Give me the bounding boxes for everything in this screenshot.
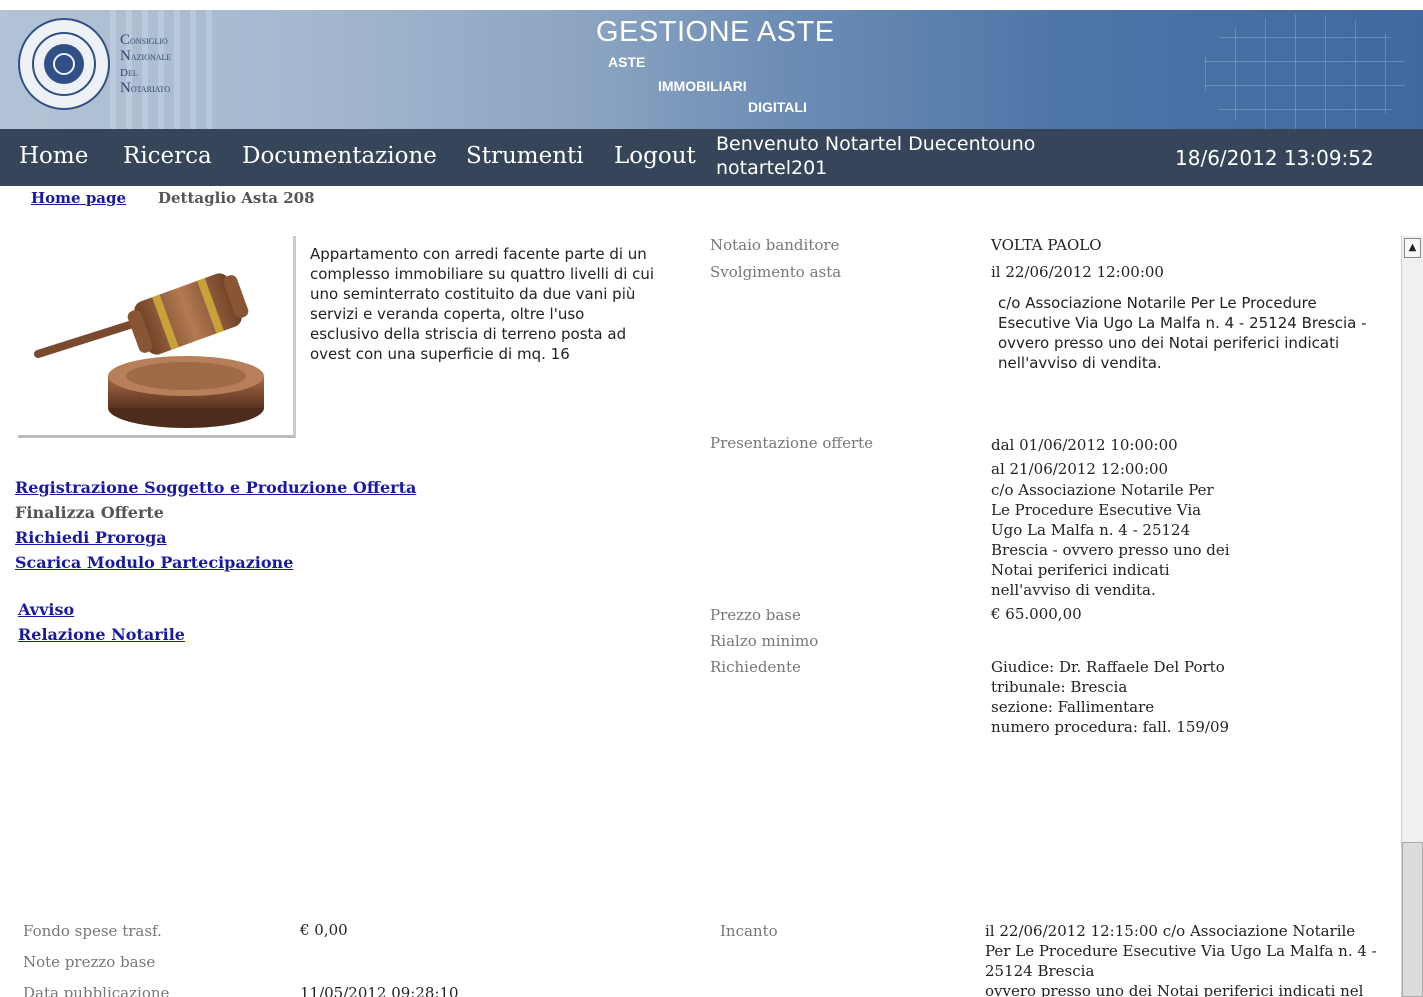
scrollbar-thumb[interactable] (1402, 842, 1423, 997)
offers-place-line: Ugo La Malfa n. 4 - 25124 (991, 521, 1191, 539)
gavel-icon (18, 236, 296, 438)
transfer-fund-label: Fondo spese trasf. (23, 922, 162, 940)
offers-from: dal 01/06/2012 10:00:00 (991, 436, 1178, 454)
base-price-notes-label: Note prezzo base (23, 953, 156, 971)
globe-decoration (1205, 14, 1405, 129)
offers-place-line: Notai periferici indicati (991, 561, 1170, 579)
publication-date-label: Data pubblicazione (23, 984, 170, 997)
site-subtitle-1: ASTE (608, 54, 646, 70)
auction-place: c/o Associazione Notarile Per Le Procedu… (998, 294, 1367, 372)
incanto-line: il 22/06/2012 12:15:00 c/o Associazione … (985, 922, 1356, 940)
nav-strumenti[interactable]: Strumenti (466, 143, 584, 169)
notary-report-link[interactable]: Relazione Notarile (18, 622, 185, 647)
nav-ricerca[interactable]: Ricerca (123, 143, 212, 169)
offers-place-line: c/o Associazione Notarile Per (991, 481, 1214, 499)
auction-date-value: il 22/06/2012 12:00:00 (991, 263, 1164, 281)
auction-actions: Registrazione Soggetto e Produzione Offe… (15, 475, 416, 575)
request-extension-link[interactable]: Richiedi Proroga (15, 525, 416, 550)
incanto-line: 25124 Brescia (985, 962, 1095, 980)
min-raise-label: Rialzo minimo (710, 632, 819, 650)
notary-seal-logo (18, 18, 110, 110)
download-form-link[interactable]: Scarica Modulo Partecipazione (15, 550, 416, 575)
offers-period: dal 01/06/2012 10:00:00 al 21/06/2012 12… (991, 433, 1178, 481)
main-nav: Home Ricerca Documentazione Strumenti Lo… (0, 129, 1423, 186)
site-subtitle-2: IMMOBILIARI (658, 78, 747, 94)
offers-to: al 21/06/2012 12:00:00 (991, 460, 1169, 478)
nav-documentazione[interactable]: Documentazione (242, 143, 437, 169)
header-banner: Consiglio Nazionale del Notariato GESTIO… (0, 10, 1423, 129)
auction-date-label: Svolgimento asta (710, 263, 842, 281)
offers-place-line: Le Procedure Esecutive Via (991, 501, 1202, 519)
base-price-value: € 65.000,00 (991, 605, 1082, 623)
council-line: del (120, 64, 138, 80)
council-line: Nazionale (120, 48, 172, 64)
council-line: Consiglio (120, 32, 168, 48)
breadcrumb-home-link[interactable]: Home page (31, 189, 126, 207)
requester-label: Richiedente (710, 658, 801, 676)
requester-line: Giudice: Dr. Raffaele Del Porto (991, 658, 1225, 676)
nav-home[interactable]: Home (19, 143, 88, 169)
arrow-up-icon[interactable]: ▲ (1404, 238, 1421, 258)
notice-link[interactable]: Avviso (18, 597, 185, 622)
listing-description: Appartamento con arredi facente parte di… (310, 245, 655, 363)
incanto-label: Incanto (720, 922, 778, 940)
current-datetime: 18/6/2012 13:09:52 (1175, 146, 1374, 170)
requester-line: sezione: Fallimentare (991, 698, 1155, 716)
finalize-offers-label: Finalizza Offerte (15, 503, 164, 522)
offers-place-line: nell'avviso di vendita. (991, 581, 1156, 599)
incanto-line: Per Le Procedure Esecutive Via Ugo La Ma… (985, 942, 1377, 960)
site-title: GESTIONE ASTE (596, 16, 835, 48)
welcome-line: Benvenuto Notartel Duecentouno (716, 133, 1036, 155)
nav-logout[interactable]: Logout (614, 143, 696, 169)
offers-label: Presentazione offerte (710, 434, 874, 452)
breadcrumb-current: Dettaglio Asta 208 (158, 189, 315, 207)
publication-date-value: 11/05/2012 09:28:10 (300, 984, 459, 997)
vertical-scrollbar[interactable]: ▲ (1401, 236, 1423, 997)
register-offer-link[interactable]: Registrazione Soggetto e Produzione Offe… (15, 475, 416, 500)
welcome-message: Benvenuto Notartel Duecentouno notartel2… (716, 132, 1035, 180)
requester-line: tribunale: Brescia (991, 678, 1128, 696)
username: notartel201 (716, 157, 828, 179)
council-line: Notariato (120, 80, 171, 96)
incanto-info: il 22/06/2012 12:15:00 c/o Associazione … (985, 921, 1377, 997)
auction-documents: Avviso Relazione Notarile (18, 597, 185, 647)
incanto-line: ovvero presso uno dei Notai periferici i… (985, 982, 1364, 997)
requester-info: Giudice: Dr. Raffaele Del Porto tribunal… (991, 657, 1229, 737)
notary-label: Notaio banditore (710, 236, 840, 254)
transfer-fund-value: € 0,00 (300, 921, 348, 939)
base-price-label: Prezzo base (710, 606, 801, 624)
notary-value: VOLTA PAOLO (991, 236, 1102, 254)
offers-place-line: Brescia - ovvero presso uno dei (991, 541, 1230, 559)
offers-place: c/o Associazione Notarile Per Le Procedu… (991, 480, 1230, 600)
council-name: Consiglio Nazionale del Notariato (120, 32, 171, 96)
site-subtitle-3: DIGITALI (748, 99, 807, 115)
requester-line: numero procedura: fall. 159/09 (991, 718, 1230, 736)
